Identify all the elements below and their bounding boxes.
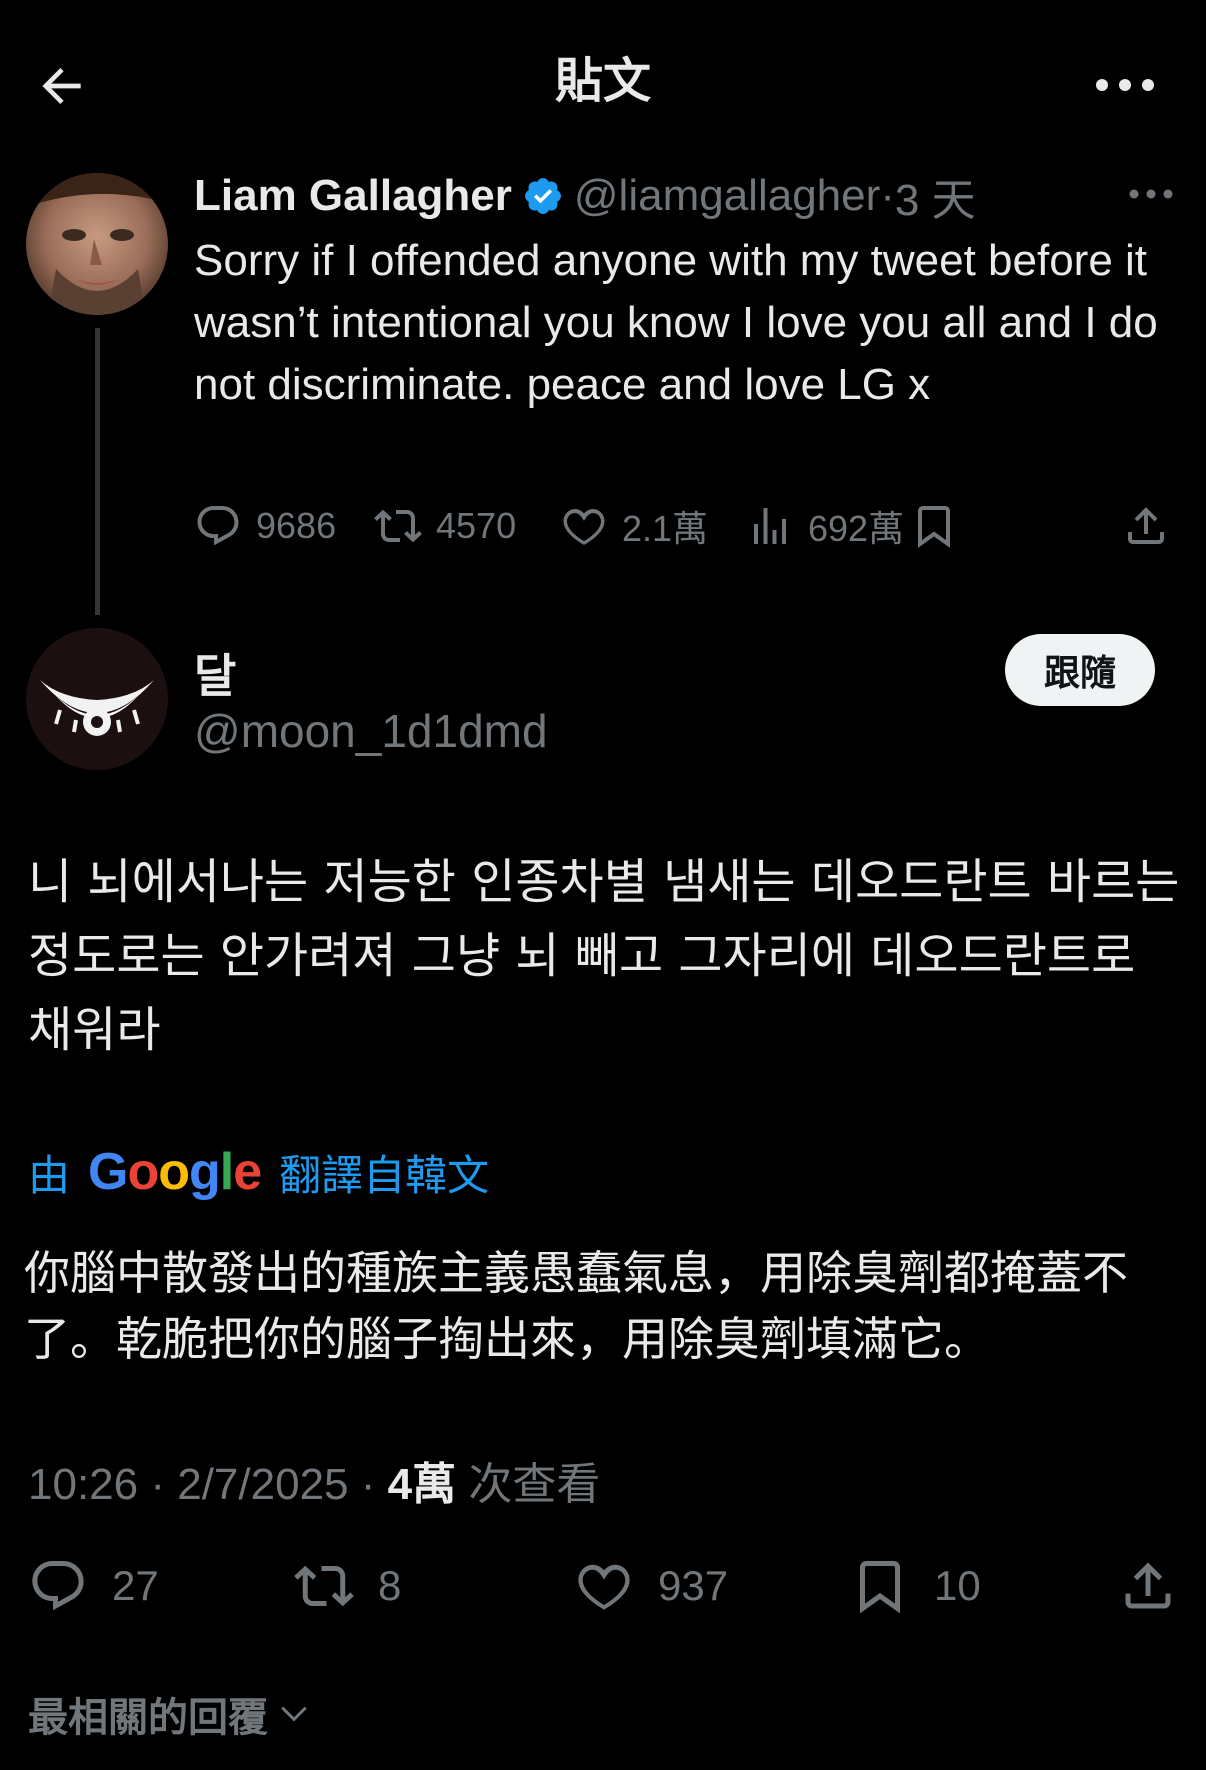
separator: · xyxy=(880,171,895,220)
like-button[interactable]: 937 xyxy=(574,1555,728,1617)
reply-avatar[interactable] xyxy=(26,628,168,770)
bookmark-icon xyxy=(860,1561,900,1614)
author-name[interactable]: Liam Gallagher xyxy=(194,171,512,221)
avatar-image xyxy=(26,628,168,770)
view-count-label: 次查看 xyxy=(468,1460,601,1509)
google-logo: Google xyxy=(88,1143,262,1201)
follow-button[interactable]: 跟隨 xyxy=(1005,634,1155,706)
post-date[interactable]: 2/7/2025 xyxy=(177,1460,348,1509)
reply-actions: 27 8 937 10 xyxy=(28,1555,1178,1617)
reply-button[interactable]: 27 xyxy=(28,1555,159,1617)
reply-icon xyxy=(32,1561,84,1611)
reply-text: 니 뇌에서나는 저능한 인종차별 냄새는 데오드란트 바르는 정도로는 안가려져… xyxy=(28,854,1180,1058)
bookmark-button[interactable] xyxy=(910,498,972,554)
page-title: 貼文 xyxy=(554,55,651,108)
translation-attribution[interactable]: 由 Google 翻譯自韓文 xyxy=(28,1140,489,1204)
heart-icon xyxy=(563,508,605,545)
bookmark-icon xyxy=(918,506,950,548)
parent-tweet-text: Sorry if I offended anyone with my tweet… xyxy=(194,236,1158,409)
author-handle[interactable]: @liamgallagher xyxy=(574,171,880,221)
view-count: 4萬 xyxy=(387,1460,457,1509)
repost-icon xyxy=(374,509,422,543)
more-options-icon[interactable] xyxy=(1094,70,1156,100)
heart-icon xyxy=(578,1564,630,1610)
post-time[interactable]: 3 天 xyxy=(895,164,976,228)
share-button[interactable] xyxy=(1122,498,1184,554)
repost-button[interactable]: 4570 xyxy=(374,498,516,554)
like-button[interactable]: 2.1萬 xyxy=(560,498,708,554)
tweet-more-icon[interactable] xyxy=(1128,186,1174,202)
post-page: 貼文 Liam Gallagher @liamgallagher · 3 天 S… xyxy=(0,0,1206,1770)
share-icon xyxy=(1125,1562,1171,1609)
reply-author-name[interactable]: 달 xyxy=(194,640,236,706)
sort-replies-dropdown[interactable]: 最相關的回覆 xyxy=(28,1685,312,1743)
top-bar: 貼文 xyxy=(0,0,1206,152)
like-count: 2.1萬 xyxy=(622,508,709,549)
translate-prefix: 由 xyxy=(28,1151,71,1199)
reply-icon xyxy=(197,506,239,546)
repost-count: 4570 xyxy=(436,505,517,546)
repost-icon xyxy=(294,1565,354,1607)
views-count: 692萬 xyxy=(808,508,905,549)
verified-badge-icon xyxy=(524,178,561,214)
views-button[interactable]: 692萬 xyxy=(746,498,904,554)
analytics-icon xyxy=(754,508,786,544)
like-count: 937 xyxy=(658,1562,729,1609)
reply-author-handle[interactable]: @moon_1d1dmd xyxy=(194,704,548,758)
avatar-image xyxy=(26,173,168,315)
translated-text: 你腦中散發出的種族主義愚蠢氣息，用除臭劑都掩蓋不了。乾脆把你的腦子掏出來，用除臭… xyxy=(24,1246,1128,1366)
avatar[interactable] xyxy=(26,173,168,315)
parent-tweet-header: Liam Gallagher @liamgallagher · 3 天 xyxy=(194,168,976,225)
sort-label: 最相關的回覆 xyxy=(28,1696,268,1740)
share-icon xyxy=(1128,507,1164,544)
repost-button[interactable]: 8 xyxy=(294,1555,401,1617)
back-arrow-icon[interactable] xyxy=(34,58,90,114)
post-meta: 10:26 · 2/7/2025 · 4萬 次查看 xyxy=(28,1460,601,1509)
share-button[interactable] xyxy=(1118,1555,1202,1617)
parent-tweet-actions: 9686 4570 2.1萬 692萬 xyxy=(194,498,1179,554)
reply-count: 27 xyxy=(112,1562,159,1609)
bookmark-count: 10 xyxy=(934,1562,981,1609)
reply-count: 9686 xyxy=(256,505,337,546)
reply-button[interactable]: 9686 xyxy=(194,498,336,554)
post-time[interactable]: 10:26 xyxy=(28,1460,138,1509)
translate-suffix: 翻譯自韓文 xyxy=(279,1151,490,1199)
chevron-down-icon xyxy=(281,1706,307,1722)
thread-line xyxy=(95,328,100,615)
bookmark-button[interactable]: 10 xyxy=(850,1555,981,1617)
repost-count: 8 xyxy=(378,1562,402,1609)
